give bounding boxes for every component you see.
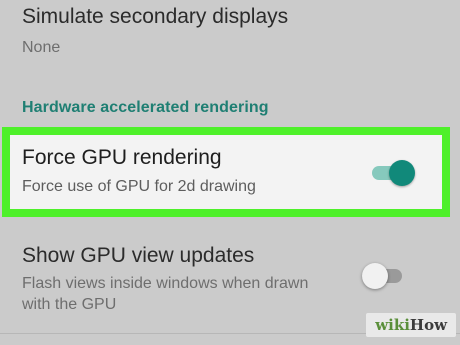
toggle-thumb <box>362 263 388 289</box>
toggle-thumb <box>389 160 415 186</box>
show-gpu-view-updates-toggle[interactable] <box>362 260 402 292</box>
watermark-part1: wiki <box>375 316 410 334</box>
simulate-secondary-displays-title: Simulate secondary displays <box>22 5 289 28</box>
hardware-accelerated-rendering-header: Hardware accelerated rendering <box>22 99 269 116</box>
wikihow-watermark: wikiHow <box>366 313 456 337</box>
simulate-secondary-displays-summary: None <box>22 39 61 56</box>
developer-options-screen: Simulate secondary displays None Hardwar… <box>0 0 460 345</box>
watermark-part2: How <box>409 316 447 334</box>
show-gpu-view-updates-summary: Flash views inside windows when drawn wi… <box>22 275 309 313</box>
force-gpu-rendering-toggle[interactable] <box>372 157 415 189</box>
simulate-secondary-displays-item[interactable]: Simulate secondary displays None <box>0 4 460 58</box>
